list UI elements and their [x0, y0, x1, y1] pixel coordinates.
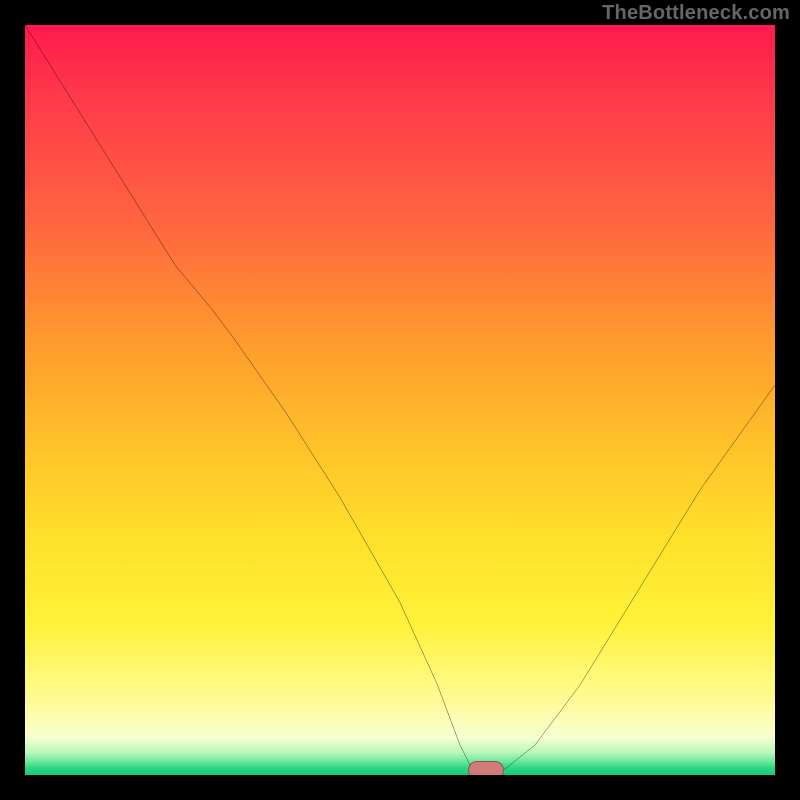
curve-layer [25, 25, 775, 775]
watermark-text: TheBottleneck.com [602, 2, 790, 25]
chart-frame: TheBottleneck.com [0, 0, 800, 800]
bottleneck-curve-path [25, 25, 775, 775]
plot-area [25, 25, 775, 775]
optimal-point-marker [468, 761, 504, 775]
